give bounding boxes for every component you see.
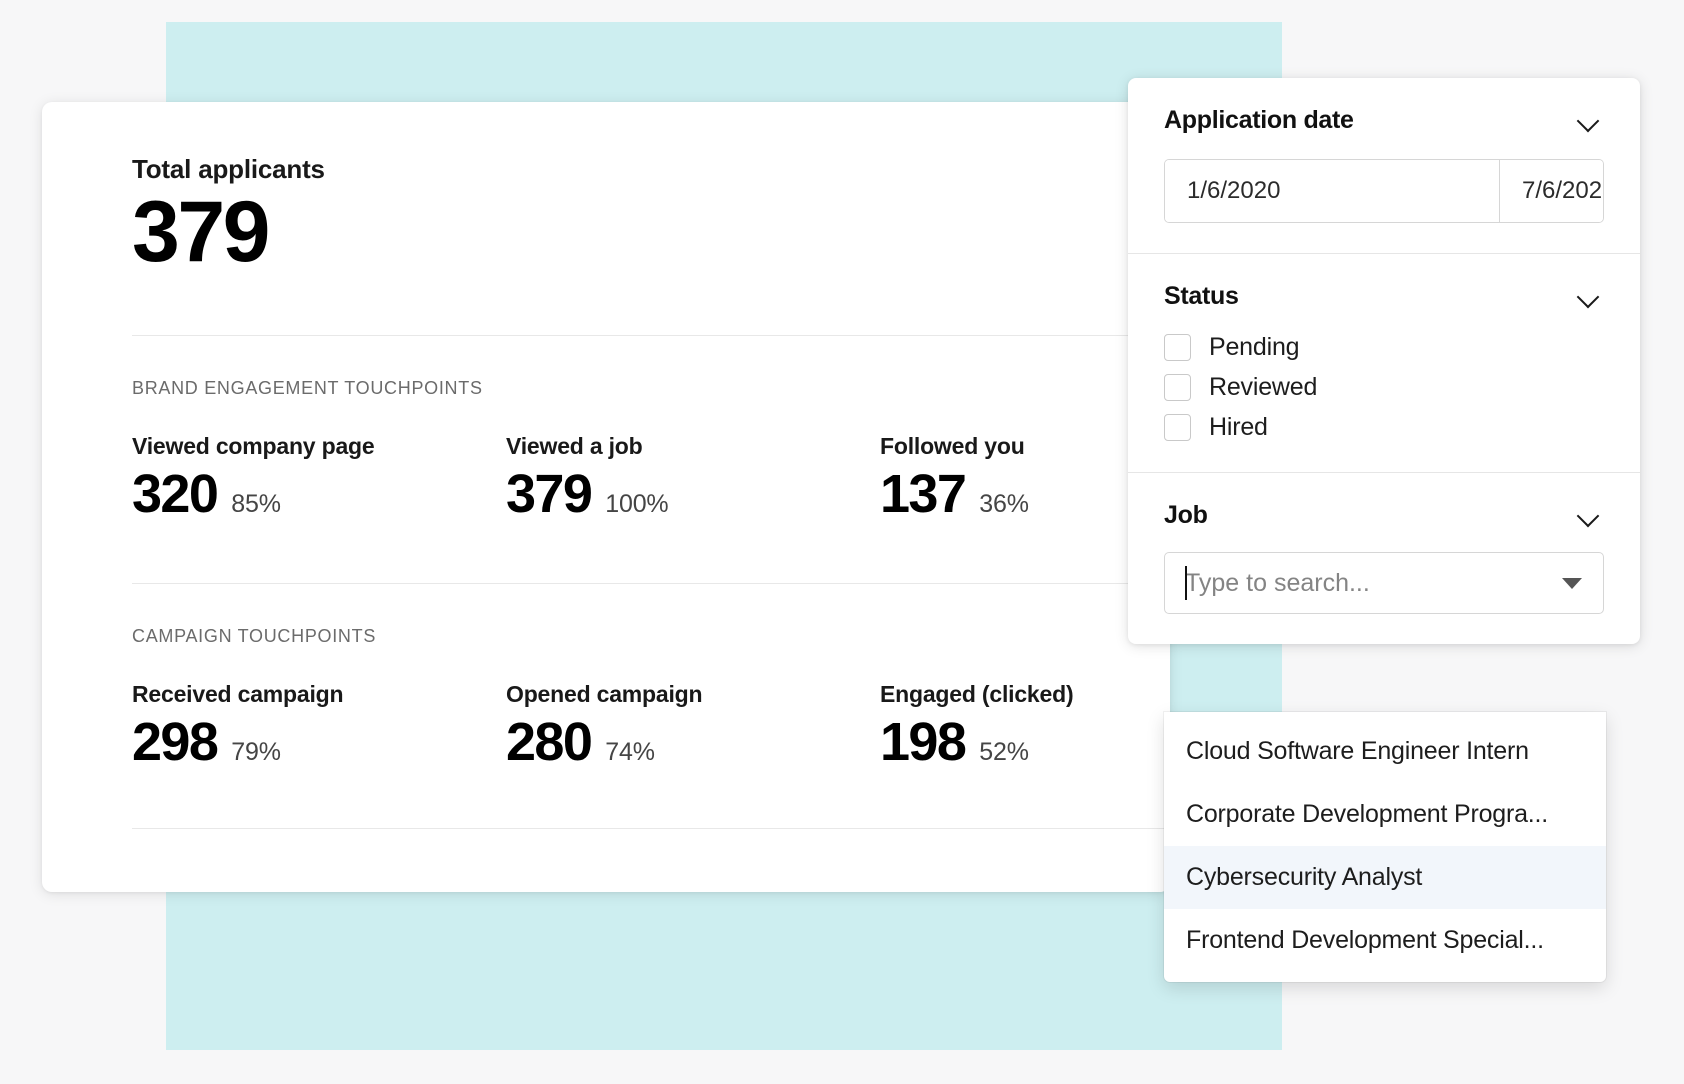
metric-figures: 320 85%	[132, 466, 506, 523]
application-date-header[interactable]: Application date	[1164, 106, 1604, 135]
checkbox-icon[interactable]	[1164, 414, 1191, 441]
metric-percent: 52%	[979, 737, 1029, 766]
brand-engagement-metric-row: Viewed company page 320 85% Viewed a job…	[132, 433, 1170, 523]
checkbox-label: Reviewed	[1209, 373, 1318, 401]
chevron-down-icon[interactable]	[1576, 283, 1604, 311]
metric-followed-you: Followed you 137 36%	[880, 433, 1170, 523]
job-dropdown-list: Cloud Software Engineer Intern Corporate…	[1164, 712, 1606, 982]
metric-figures: 137 36%	[880, 466, 1170, 523]
metric-figures: 379 100%	[506, 466, 880, 523]
metric-percent: 79%	[231, 737, 281, 766]
campaign-touchpoints-section: CAMPAIGN TOUCHPOINTS Received campaign 2…	[42, 584, 1170, 771]
total-applicants-label: Total applicants	[132, 154, 325, 184]
metric-label: Viewed a job	[506, 433, 643, 459]
job-option-corporate-development-program[interactable]: Corporate Development Progra...	[1164, 783, 1606, 846]
metric-percent: 74%	[605, 737, 655, 766]
metric-label: Viewed company page	[132, 433, 375, 459]
application-date-section: Application date	[1128, 78, 1640, 254]
status-option-reviewed[interactable]: Reviewed	[1164, 373, 1604, 402]
caret-down-icon[interactable]	[1562, 578, 1582, 589]
campaign-touchpoints-section-title: CAMPAIGN TOUCHPOINTS	[132, 625, 377, 646]
metric-value: 198	[880, 711, 967, 772]
job-option-frontend-development-specialist[interactable]: Frontend Development Special...	[1164, 909, 1606, 972]
metric-percent: 85%	[231, 490, 281, 518]
metric-received-campaign: Received campaign 298 79%	[132, 681, 506, 771]
card-divider-3	[132, 828, 1170, 830]
date-range-inputs	[1164, 159, 1604, 223]
job-section: Job	[1128, 473, 1640, 644]
metric-viewed-a-job: Viewed a job 379 100%	[506, 433, 880, 523]
metric-value: 137	[880, 464, 967, 524]
metric-opened-campaign: Opened campaign 280 74%	[506, 681, 880, 771]
status-option-hired[interactable]: Hired	[1164, 413, 1604, 442]
metric-label: Engaged (clicked)	[880, 680, 1074, 707]
chevron-down-icon[interactable]	[1576, 502, 1604, 530]
metric-label: Received campaign	[132, 680, 344, 707]
metric-figures: 280 74%	[506, 711, 880, 772]
total-applicants-value: 379	[132, 184, 271, 280]
metric-value: 298	[132, 711, 219, 772]
metric-figures: 298 79%	[132, 711, 506, 772]
job-search-input[interactable]	[1164, 552, 1604, 614]
status-section: Status Pending Reviewed Hired	[1128, 254, 1640, 473]
metric-viewed-company-page: Viewed company page 320 85%	[132, 433, 506, 523]
metric-figures: 198 52%	[880, 711, 1170, 772]
status-title: Status	[1164, 282, 1239, 310]
start-date-input[interactable]	[1165, 160, 1499, 222]
brand-engagement-section-title: BRAND ENGAGEMENT TOUCHPOINTS	[132, 378, 483, 398]
end-date-input[interactable]	[1499, 160, 1603, 222]
status-option-pending[interactable]: Pending	[1164, 333, 1604, 362]
job-search-wrapper	[1164, 552, 1604, 614]
metric-label: Followed you	[880, 433, 1025, 459]
application-date-title: Application date	[1164, 106, 1354, 134]
job-header[interactable]: Job	[1164, 501, 1604, 530]
checkbox-label: Pending	[1209, 333, 1300, 361]
checkbox-icon[interactable]	[1164, 374, 1191, 401]
metrics-card: Total applicants 379 BRAND ENGAGEMENT TO…	[42, 102, 1170, 892]
metric-percent: 100%	[605, 490, 669, 518]
metric-percent: 36%	[979, 490, 1029, 518]
metric-value: 280	[506, 711, 593, 772]
job-option-cybersecurity-analyst[interactable]: Cybersecurity Analyst	[1164, 846, 1606, 909]
job-option-cloud-software-engineer-intern[interactable]: Cloud Software Engineer Intern	[1164, 720, 1606, 783]
metric-engaged-clicked: Engaged (clicked) 198 52%	[880, 681, 1170, 771]
metric-value: 320	[132, 464, 219, 524]
status-checkbox-list: Pending Reviewed Hired	[1164, 333, 1604, 442]
status-header[interactable]: Status	[1164, 282, 1604, 311]
metric-value: 379	[506, 464, 593, 524]
filter-panel: Application date Status Pending Reviewed…	[1128, 78, 1640, 644]
checkbox-label: Hired	[1209, 413, 1268, 441]
job-title: Job	[1164, 501, 1208, 529]
metric-label: Opened campaign	[506, 680, 703, 707]
campaign-metric-row: Received campaign 298 79% Opened campaig…	[132, 681, 1170, 771]
brand-engagement-section: BRAND ENGAGEMENT TOUCHPOINTS Viewed comp…	[42, 336, 1170, 523]
chevron-down-icon[interactable]	[1576, 107, 1604, 135]
text-cursor	[1185, 566, 1187, 600]
checkbox-icon[interactable]	[1164, 334, 1191, 361]
